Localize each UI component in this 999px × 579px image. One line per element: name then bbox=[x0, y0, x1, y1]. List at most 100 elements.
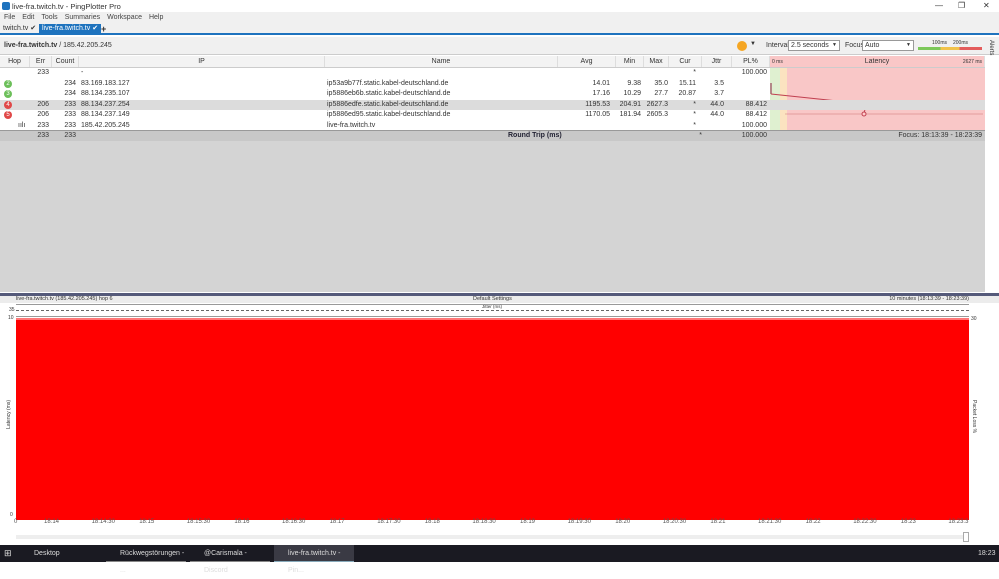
focus-select[interactable]: Auto ▼ bbox=[862, 40, 914, 51]
cell-avg: 1195.53 bbox=[585, 100, 610, 108]
graph-titlebar: live-fra.twitch.tv (185.42.205.245) hop … bbox=[0, 296, 999, 303]
cell-err: 206 bbox=[37, 111, 49, 118]
col-max[interactable]: Max bbox=[644, 56, 669, 67]
menu-help[interactable]: Help bbox=[149, 14, 163, 21]
summary-err: 233 bbox=[37, 132, 49, 139]
x-tick-label: 18:14:30 bbox=[91, 519, 115, 525]
latency-min: 0 ms bbox=[772, 59, 783, 65]
taskbar-discord[interactable]: @Carismala - Discord bbox=[190, 545, 270, 574]
x-tick-label: 18:21 bbox=[710, 519, 726, 525]
cell-min: 181.94 bbox=[619, 111, 641, 118]
hop-badge: 3 bbox=[4, 90, 12, 98]
x-tick-label: 18:22 bbox=[805, 519, 821, 525]
chevron-down-icon[interactable]: ▼ bbox=[750, 41, 756, 47]
menu-workspace[interactable]: Workspace bbox=[107, 14, 142, 21]
cell-err: 233 bbox=[37, 69, 49, 76]
col-hop[interactable]: Hop bbox=[0, 56, 30, 67]
x-tick-label: 18:16:30 bbox=[282, 519, 306, 525]
col-latency[interactable]: 0 ms Latency 2627 ms bbox=[770, 56, 985, 67]
table-row[interactable]: 3 234 88.134.235.107 ip5886eb6b.static.kabe… bbox=[0, 89, 985, 100]
cell-min: 204.91 bbox=[619, 100, 641, 108]
scale-100: 100ms bbox=[932, 40, 948, 46]
cell-count: 233 bbox=[64, 111, 76, 118]
cell-cur: 15.11 bbox=[679, 79, 696, 87]
cell-jttr bbox=[702, 68, 724, 79]
x-tick-label: 18:18:30 bbox=[472, 519, 496, 525]
menu-summaries[interactable]: Summaries bbox=[65, 14, 100, 21]
cell-err bbox=[30, 79, 49, 90]
windows-start-icon[interactable]: ⊞ bbox=[4, 549, 12, 558]
focus-value: Auto bbox=[865, 42, 880, 49]
cell-jttr: 44.0 bbox=[710, 100, 724, 108]
tab-label: twitch.tv bbox=[3, 25, 29, 32]
x-tick-label: 18:16 bbox=[234, 519, 250, 525]
latency-scale-bar bbox=[918, 47, 982, 50]
taskbar-pingplotter[interactable]: live-fra.twitch.tv - Pin... bbox=[274, 545, 354, 574]
x-tick-label: 18:15 bbox=[139, 519, 155, 525]
cell-avg bbox=[558, 68, 610, 79]
scrollbar-thumb[interactable] bbox=[963, 532, 969, 542]
menu-edit[interactable]: Edit bbox=[22, 14, 34, 21]
cell-ip: 83.169.183.127 bbox=[81, 79, 130, 87]
x-tick-label: 18:18 bbox=[424, 519, 440, 525]
x-tick-label: 18:23 bbox=[900, 519, 916, 525]
hop-badge: 5 bbox=[4, 111, 12, 119]
minimize-icon[interactable]: — bbox=[935, 1, 943, 10]
cell-count bbox=[52, 68, 76, 79]
y-max: 10 bbox=[8, 315, 14, 321]
cell-ip: 88.134.235.107 bbox=[81, 90, 130, 97]
cell-name: ip53a9b77f.static.kabel-deutschland.de bbox=[327, 79, 449, 87]
cell-ip: - bbox=[81, 69, 84, 76]
graph-target: live-fra.twitch.tv (185.42.205.245) hop … bbox=[16, 296, 113, 302]
x-tick-label: 18:17:30 bbox=[377, 519, 401, 525]
tab-live-fra[interactable]: live-fra.twitch.tv ✔ bbox=[39, 24, 102, 34]
col-name[interactable]: Name bbox=[325, 56, 558, 67]
interval-select[interactable]: 2.5 seconds ▼ bbox=[788, 40, 840, 51]
y2-max: 30 bbox=[971, 316, 977, 322]
pause-button[interactable] bbox=[737, 41, 747, 51]
col-pl[interactable]: PL% bbox=[732, 56, 770, 67]
x-tick-label: 18:15:30 bbox=[186, 519, 211, 525]
col-jttr[interactable]: Jttr bbox=[702, 56, 732, 67]
cell-count: 234 bbox=[64, 90, 76, 97]
taskbar-desktop[interactable]: Desktop bbox=[20, 545, 100, 562]
clock[interactable]: 18:23 bbox=[978, 550, 996, 557]
table-row[interactable]: 5 206 233 88.134.237.149 ip5886ed95.static.k… bbox=[0, 110, 985, 121]
cell-err bbox=[30, 89, 49, 100]
x-tick-label: 18:14 bbox=[44, 519, 60, 525]
taskbar-opera[interactable]: Rückwegstörungen - ... bbox=[106, 545, 186, 574]
graph-settings[interactable]: Default Settings bbox=[473, 296, 512, 302]
col-avg[interactable]: Avg bbox=[558, 56, 616, 67]
col-err[interactable]: Err bbox=[30, 56, 52, 67]
maximize-icon[interactable]: ❐ bbox=[958, 1, 965, 10]
table-row[interactable]: 4 206 233 88.134.237.254 ip5886edfe.static.k… bbox=[0, 99, 985, 110]
cell-pl bbox=[732, 79, 767, 90]
y2-axis-label: Packet Loss % bbox=[971, 400, 977, 434]
graph-range: 10 minutes (18:13:39 - 18:23:39) bbox=[889, 296, 969, 302]
col-min[interactable]: Min bbox=[616, 56, 644, 67]
scale-200: 200ms bbox=[953, 40, 969, 46]
tab-twitch[interactable]: twitch.tv ✔ bbox=[0, 24, 39, 34]
summary-cur: * bbox=[699, 132, 702, 139]
alerts-tab[interactable]: Alerts bbox=[988, 40, 994, 55]
timeline-scrollbar[interactable] bbox=[16, 535, 969, 539]
cell-max: 35.0 bbox=[654, 79, 668, 87]
menu-bar: File Edit Tools Summaries Workspace Help bbox=[0, 12, 999, 23]
table-row[interactable]: 233 - * 100.000 bbox=[0, 68, 985, 79]
col-ip[interactable]: IP bbox=[79, 56, 325, 67]
table-row[interactable]: 2 234 83.169.183.127 ip53a9b77f.static.kabe… bbox=[0, 79, 985, 90]
summary-label: Round Trip (ms) bbox=[508, 132, 562, 139]
add-tab-button[interactable]: + bbox=[98, 24, 109, 34]
col-cur[interactable]: Cur bbox=[669, 56, 702, 67]
menu-tools[interactable]: Tools bbox=[41, 14, 57, 21]
cell-count: 234 bbox=[64, 79, 76, 87]
packet-loss-fill bbox=[16, 318, 969, 520]
col-count[interactable]: Count bbox=[52, 56, 79, 67]
menu-file[interactable]: File bbox=[4, 14, 15, 21]
x-tick-label: 18:19:30 bbox=[567, 519, 591, 525]
jitter-label: Jitter (ms) bbox=[482, 304, 502, 309]
cell-max bbox=[644, 68, 668, 79]
summary-count: 233 bbox=[64, 132, 76, 139]
close-icon[interactable]: ✕ bbox=[983, 1, 990, 10]
tab-bar: twitch.tv ✔ live-fra.twitch.tv ✔ + bbox=[0, 23, 999, 35]
